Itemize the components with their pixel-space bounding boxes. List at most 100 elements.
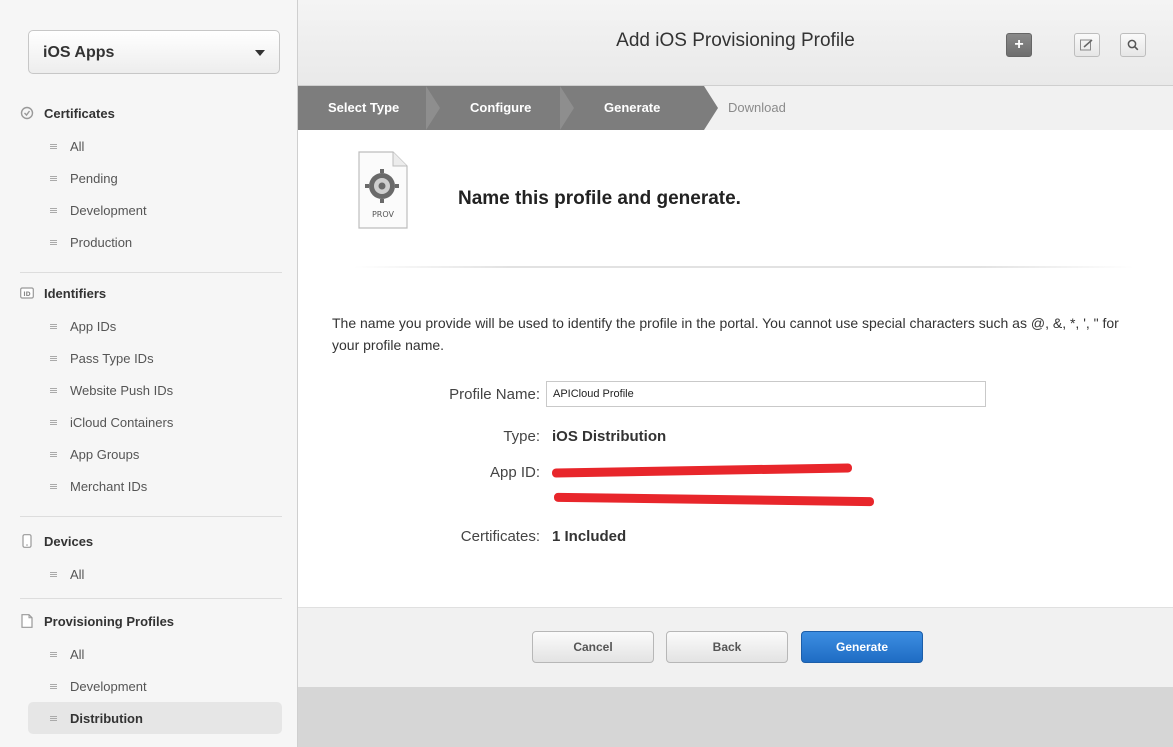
action-bar: Cancel Back Generate bbox=[298, 607, 1173, 687]
sidebar-item-icloud-containers[interactable]: iCloud Containers bbox=[20, 406, 282, 438]
profile-name-label: Profile Name: bbox=[449, 386, 540, 403]
list-icon bbox=[50, 176, 57, 181]
step-separator bbox=[426, 86, 440, 130]
redacted-app-id-line-1 bbox=[551, 463, 853, 478]
list-icon bbox=[50, 572, 57, 577]
document-icon bbox=[20, 614, 34, 628]
type-value: iOS Distribution bbox=[552, 428, 667, 445]
certificates-value: 1 Included bbox=[552, 528, 627, 545]
sidebar-item-certificates-pending[interactable]: Pending bbox=[20, 162, 282, 194]
sidebar-item-label: All bbox=[70, 138, 85, 154]
step-select-type: Select Type bbox=[328, 100, 400, 115]
list-icon bbox=[50, 324, 57, 329]
sidebar-divider bbox=[20, 516, 282, 517]
sidebar-item-label: Pass Type IDs bbox=[70, 350, 154, 366]
sidebar-heading-label: Provisioning Profiles bbox=[44, 613, 175, 629]
list-icon bbox=[50, 240, 57, 245]
main-content: PROV Name this profile and generate. The… bbox=[298, 130, 1173, 607]
list-icon bbox=[50, 144, 57, 149]
page-bottom-background bbox=[298, 687, 1173, 747]
sidebar-item-label: iCloud Containers bbox=[70, 414, 174, 430]
page-title: Add iOS Provisioning Profile bbox=[616, 30, 855, 51]
profile-name-input[interactable] bbox=[546, 381, 986, 407]
sidebar-section-devices: Devices All bbox=[20, 530, 282, 590]
sidebar-item-certificates-production[interactable]: Production bbox=[20, 226, 282, 258]
app-id-label: App ID: bbox=[489, 464, 540, 481]
sidebar-section-identifiers: ID Identifiers App IDs Pass Type IDs Web… bbox=[20, 282, 282, 502]
svg-text:ID: ID bbox=[23, 291, 30, 298]
sidebar-heading-identifiers[interactable]: ID Identifiers bbox=[20, 282, 282, 304]
sidebar-item-profiles-distribution[interactable]: Distribution bbox=[28, 702, 282, 734]
id-icon: ID bbox=[20, 286, 34, 300]
add-button[interactable]: + bbox=[1006, 33, 1032, 57]
step-configure: Configure bbox=[470, 100, 532, 115]
edit-button[interactable] bbox=[1074, 33, 1100, 57]
back-button[interactable]: Back bbox=[666, 631, 788, 663]
cancel-button[interactable]: Cancel bbox=[532, 631, 654, 663]
list-icon bbox=[50, 388, 57, 393]
sidebar-section-provisioning-profiles: Provisioning Profiles All Development Di… bbox=[20, 610, 282, 734]
description-text: The name you provide will be used to ide… bbox=[332, 315, 1119, 353]
sidebar-item-profiles-all[interactable]: All bbox=[20, 638, 282, 670]
sidebar-heading-certificates[interactable]: Certificates bbox=[20, 102, 282, 124]
app-type-select[interactable]: iOS Apps bbox=[28, 30, 280, 74]
redacted-app-id-line-2 bbox=[553, 492, 875, 507]
sidebar-item-label: App IDs bbox=[70, 318, 117, 334]
step-generate: Generate bbox=[604, 100, 661, 115]
step-separator bbox=[560, 86, 574, 130]
edit-icon bbox=[1080, 39, 1093, 51]
plus-icon: + bbox=[1014, 36, 1024, 53]
sidebar-section-certificates: Certificates All Pending Development Pro… bbox=[20, 102, 282, 258]
wizard-steps: Select Type Configure Generate Download bbox=[298, 86, 1173, 130]
device-icon bbox=[20, 534, 34, 548]
sidebar-item-label: Distribution bbox=[70, 710, 143, 726]
sidebar-item-label: All bbox=[70, 566, 85, 582]
sidebar-heading-label: Devices bbox=[44, 533, 94, 549]
sidebar-item-label: Production bbox=[70, 234, 133, 250]
sidebar-item-devices-all[interactable]: All bbox=[20, 558, 282, 590]
sidebar-item-label: Pending bbox=[70, 170, 118, 186]
type-label: Type: bbox=[503, 428, 540, 445]
provisioning-profile-icon: PROV bbox=[356, 150, 410, 230]
sidebar-item-label: Development bbox=[70, 678, 147, 694]
sidebar-heading-label: Identifiers bbox=[44, 285, 107, 301]
sidebar-item-app-ids[interactable]: App IDs bbox=[20, 310, 282, 342]
sidebar-item-profiles-development[interactable]: Development bbox=[20, 670, 282, 702]
sidebar-heading-label: Certificates bbox=[44, 105, 115, 121]
list-icon bbox=[50, 356, 57, 361]
sidebar-item-certificates-all[interactable]: All bbox=[20, 130, 282, 162]
sidebar-item-app-groups[interactable]: App Groups bbox=[20, 438, 282, 470]
list-icon bbox=[50, 652, 57, 657]
sidebar-heading-devices[interactable]: Devices bbox=[20, 530, 282, 552]
list-icon bbox=[50, 420, 57, 425]
search-button[interactable] bbox=[1120, 33, 1146, 57]
app-type-select-label: iOS Apps bbox=[43, 44, 115, 61]
generate-button[interactable]: Generate bbox=[801, 631, 923, 663]
certificates-label: Certificates: bbox=[460, 528, 540, 545]
step-download: Download bbox=[728, 100, 786, 115]
sidebar-item-label: All bbox=[70, 646, 85, 662]
sidebar-item-merchant-ids[interactable]: Merchant IDs bbox=[20, 470, 282, 502]
page-header: Add iOS Provisioning Profile + bbox=[298, 0, 1173, 86]
sidebar-item-website-push-ids[interactable]: Website Push IDs bbox=[20, 374, 282, 406]
sidebar-item-label: App Groups bbox=[70, 446, 140, 462]
chevron-down-icon bbox=[255, 50, 265, 56]
sidebar-item-pass-type-ids[interactable]: Pass Type IDs bbox=[20, 342, 282, 374]
sidebar-heading-provisioning-profiles[interactable]: Provisioning Profiles bbox=[20, 610, 282, 632]
step-separator bbox=[704, 86, 718, 130]
list-icon bbox=[50, 716, 57, 721]
list-icon bbox=[50, 208, 57, 213]
section-divider bbox=[354, 266, 1134, 268]
sidebar: iOS Apps Certificates All Pending Develo… bbox=[0, 0, 298, 747]
list-icon bbox=[50, 452, 57, 457]
sidebar-item-label: Website Push IDs bbox=[70, 382, 174, 398]
list-icon bbox=[50, 684, 57, 689]
page-heading: Name this profile and generate. bbox=[458, 188, 741, 209]
certificate-icon bbox=[20, 106, 34, 120]
sidebar-item-label: Merchant IDs bbox=[70, 478, 148, 494]
search-icon bbox=[1127, 39, 1139, 51]
sidebar-item-certificates-development[interactable]: Development bbox=[20, 194, 282, 226]
sidebar-divider bbox=[20, 272, 282, 273]
list-icon bbox=[50, 484, 57, 489]
sidebar-divider bbox=[20, 598, 282, 599]
